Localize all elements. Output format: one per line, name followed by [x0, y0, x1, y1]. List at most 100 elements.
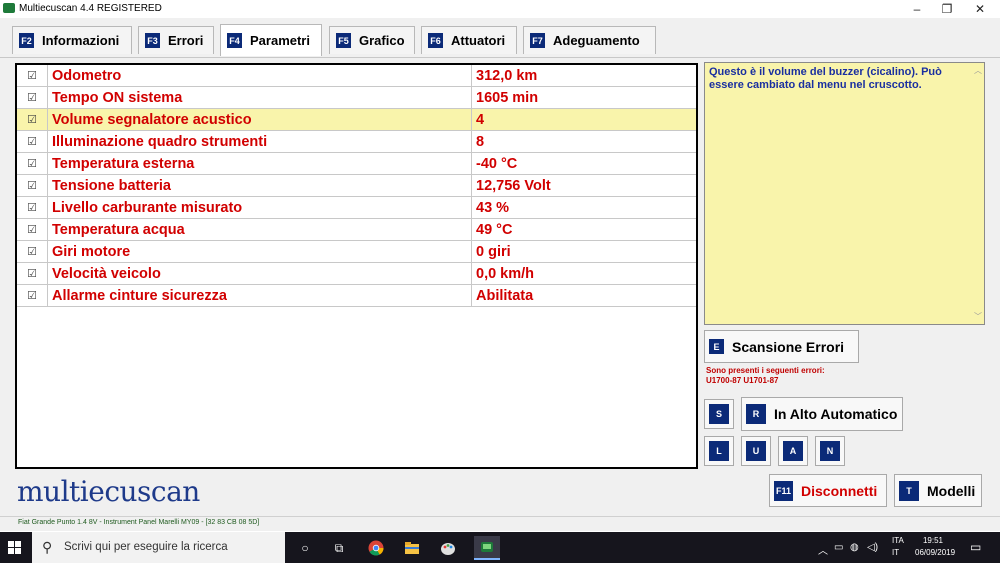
tab-informazioni[interactable]: F2 Informazioni: [12, 26, 132, 54]
parameter-row-selected[interactable]: ☑ Volume segnalatore acustico 4: [17, 109, 696, 131]
parameter-name: Temperatura acqua: [52, 222, 185, 238]
f7-key-icon: F7: [530, 33, 545, 48]
battery-icon[interactable]: ▭: [834, 542, 843, 553]
parameter-value: 43 %: [476, 200, 510, 216]
n-button[interactable]: N: [815, 436, 845, 466]
parameter-row[interactable]: ☑ Livello carburante misurato 43 %: [17, 197, 696, 219]
parameter-row[interactable]: ☑ Allarme cinture sicurezza Abilitata: [17, 285, 696, 307]
parameter-row[interactable]: ☑ Velocità veicolo 0,0 km/h: [17, 263, 696, 285]
tab-attuatori[interactable]: F6 Attuatori: [421, 26, 517, 54]
models-button[interactable]: T Modelli: [894, 474, 982, 507]
parameter-value: 4: [476, 112, 485, 128]
cortana-icon[interactable]: ○: [297, 540, 313, 556]
row-checkbox[interactable]: ☑: [17, 153, 48, 175]
parameters-table[interactable]: ☑ Odometro 312,0 km ☑ Tempo ON sistema 1…: [15, 63, 698, 469]
task-view-icon[interactable]: ⧉: [331, 540, 347, 556]
row-checkbox[interactable]: ☑: [17, 219, 48, 241]
row-checkbox[interactable]: ☑: [17, 87, 48, 109]
auto-up-label: In Alto Automatico: [774, 406, 898, 422]
u-key-icon: U: [746, 441, 766, 461]
row-checkbox[interactable]: ☑: [17, 241, 48, 263]
auto-up-button[interactable]: R In Alto Automatico: [741, 397, 903, 431]
language-indicator[interactable]: ITA IT: [892, 535, 904, 559]
a-button[interactable]: A: [778, 436, 808, 466]
parameter-value: 49 °C: [476, 222, 513, 238]
parameter-value: 0 giri: [476, 244, 511, 260]
disconnect-button[interactable]: F11 Disconnetti: [769, 474, 887, 507]
errors-note: Sono presenti i seguenti errori: U1700-8…: [706, 366, 825, 386]
app-icon: [3, 3, 15, 13]
tray-expand-icon[interactable]: ︿: [818, 542, 828, 557]
parameter-row[interactable]: ☑ Tempo ON sistema 1605 min: [17, 87, 696, 109]
windows-start-icon[interactable]: [8, 541, 22, 555]
tab-label: Informazioni: [42, 33, 120, 48]
parameter-description-box[interactable]: Questo è il volume del buzzer (cicalino)…: [704, 62, 985, 325]
minimize-button[interactable]: –: [902, 1, 932, 17]
file-explorer-icon[interactable]: [404, 540, 420, 556]
clock-date: 06/09/2019: [915, 548, 956, 557]
volume-icon[interactable]: ◁): [867, 542, 878, 553]
parameter-value: 312,0 km: [476, 68, 538, 84]
keyboard-code: IT: [892, 548, 900, 557]
row-checkbox[interactable]: ☑: [17, 131, 48, 153]
parameter-row[interactable]: ☑ Illuminazione quadro strumenti 8: [17, 131, 696, 153]
row-checkbox[interactable]: ☑: [17, 263, 48, 285]
status-bar: Fiat Grande Punto 1.4 8V - Instrument Pa…: [0, 516, 1000, 531]
row-checkbox[interactable]: ☑: [17, 285, 48, 307]
parameter-row[interactable]: ☑ Odometro 312,0 km: [17, 65, 696, 87]
parameter-row[interactable]: ☑ Giri motore 0 giri: [17, 241, 696, 263]
s-button[interactable]: S: [704, 399, 734, 429]
parameter-name: Tensione batteria: [52, 178, 171, 194]
tab-label: Parametri: [250, 33, 310, 48]
clock[interactable]: 19:51 06/09/2019: [915, 535, 956, 559]
scan-errors-button[interactable]: E Scansione Errori: [704, 330, 859, 363]
tab-label: Attuatori: [451, 33, 506, 48]
l-button[interactable]: L: [704, 436, 734, 466]
tab-parametri[interactable]: F4 Parametri: [220, 24, 322, 56]
f4-key-icon: F4: [227, 33, 242, 48]
parameter-name: Allarme cinture sicurezza: [52, 288, 227, 304]
network-icon[interactable]: ◍: [850, 542, 859, 553]
multiecuscan-taskbar-icon[interactable]: [474, 536, 500, 560]
tab-label: Adeguamento: [553, 33, 640, 48]
description-scrollbar[interactable]: ︿ ﹀: [970, 63, 984, 324]
taskbar-search[interactable]: ⚲ Scrivi qui per eseguire la ricerca: [32, 532, 285, 563]
paint-icon[interactable]: [440, 540, 456, 556]
maximize-button[interactable]: ❐: [932, 1, 962, 17]
row-checkbox[interactable]: ☑: [17, 65, 48, 87]
close-button[interactable]: ✕: [965, 1, 995, 17]
parameter-row[interactable]: ☑ Tensione batteria 12,756 Volt: [17, 175, 696, 197]
t-key-icon: T: [899, 480, 919, 501]
window-title: Multiecuscan 4.4 REGISTERED: [19, 3, 162, 14]
row-checkbox[interactable]: ☑: [17, 197, 48, 219]
a-key-icon: A: [783, 441, 803, 461]
tab-grafico[interactable]: F5 Grafico: [329, 26, 415, 54]
e-key-icon: E: [709, 339, 724, 354]
tab-label: Errori: [168, 33, 204, 48]
row-checkbox[interactable]: ☑: [17, 175, 48, 197]
f6-key-icon: F6: [428, 33, 443, 48]
parameter-value: -40 °C: [476, 156, 518, 172]
parameter-value: 12,756 Volt: [476, 178, 551, 194]
notifications-icon[interactable]: ▭: [970, 540, 981, 554]
u-button[interactable]: U: [741, 436, 771, 466]
f5-key-icon: F5: [336, 33, 351, 48]
models-label: Modelli: [927, 482, 976, 499]
chrome-icon[interactable]: [368, 540, 384, 556]
tab-adeguamento[interactable]: F7 Adeguamento: [523, 26, 656, 54]
scroll-up-icon[interactable]: ︿: [974, 65, 982, 76]
vehicle-status: Fiat Grande Punto 1.4 8V - Instrument Pa…: [18, 519, 260, 526]
parameter-row[interactable]: ☑ Temperatura esterna -40 °C: [17, 153, 696, 175]
parameter-description: Questo è il volume del buzzer (cicalino)…: [709, 66, 942, 91]
tab-bar: F2 Informazioni F3 Errori F4 Parametri F…: [0, 18, 1000, 58]
parameter-row[interactable]: ☑ Temperatura acqua 49 °C: [17, 219, 696, 241]
scroll-down-icon[interactable]: ﹀: [974, 311, 982, 322]
row-checkbox[interactable]: ☑: [17, 109, 48, 131]
r-key-icon: R: [746, 404, 766, 424]
parameter-name: Odometro: [52, 68, 122, 84]
disconnect-label: Disconnetti: [801, 482, 878, 499]
parameter-name: Volume segnalatore acustico: [52, 112, 252, 128]
f11-key-icon: F11: [774, 480, 794, 501]
tab-errori[interactable]: F3 Errori: [138, 26, 214, 54]
errors-note-codes: U1700-87 U1701-87: [706, 376, 779, 385]
